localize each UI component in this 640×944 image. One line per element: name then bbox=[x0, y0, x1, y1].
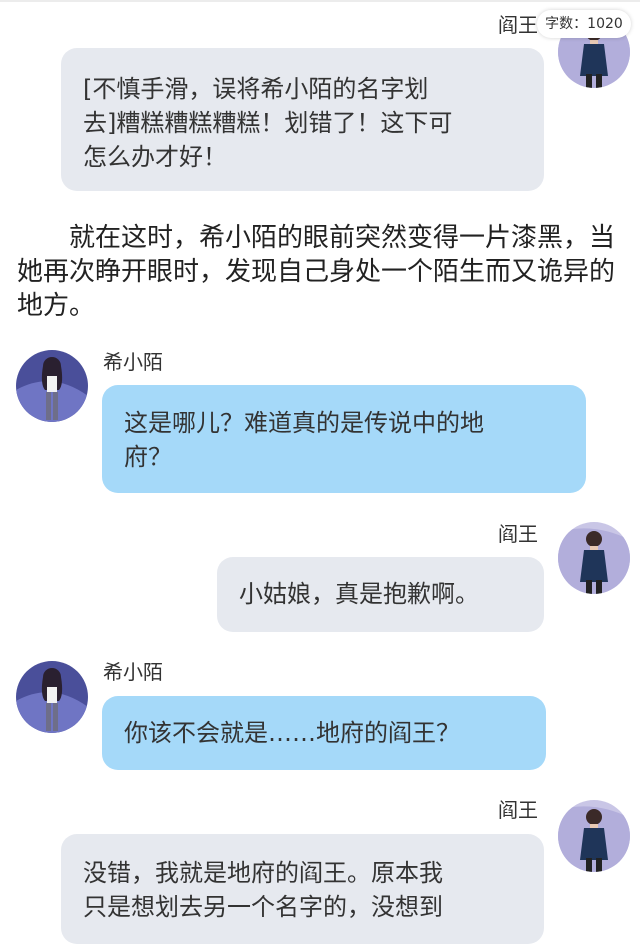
speaker-name-yanwang: 阎王 bbox=[498, 522, 538, 546]
bubble-line: 你该不会就是……地府的阎王？ bbox=[124, 719, 460, 747]
bubble-line: 这是哪儿？难道真的是传说中的地 bbox=[124, 409, 484, 437]
chat-bubble: [不慎手滑，误将希小陌的名字划 去]糟糕糟糕糟糕！划错了！这下可 怎么办才好！ bbox=[61, 48, 544, 191]
bubble-line: 府？ bbox=[124, 443, 172, 471]
yanwang-avatar-icon[interactable] bbox=[558, 800, 630, 872]
bubble-line: 没错，我就是地府的阎王。原本我 bbox=[83, 859, 443, 887]
speaker-name-yanwang: 阎王 bbox=[498, 13, 538, 37]
bubble-line: [不慎手滑，误将希小陌的名字划 bbox=[83, 75, 429, 103]
chat-bubble: 小姑娘，真是抱歉啊。 bbox=[217, 557, 544, 632]
bubble-line: 只是想划去另一个名字的，没想到 bbox=[83, 893, 443, 921]
bubble-line: 小姑娘，真是抱歉啊。 bbox=[239, 580, 479, 608]
speaker-name-xixiaomo: 希小陌 bbox=[103, 350, 163, 374]
xixiaomo-avatar-icon[interactable] bbox=[16, 350, 88, 422]
chat-bubble: 你该不会就是……地府的阎王？ bbox=[102, 696, 546, 770]
chat-bubble: 这是哪儿？难道真的是传说中的地 府？ bbox=[102, 385, 586, 493]
narration-text: 就在这时，希小陌的眼前突然变得一片漆黑，当她再次睁开眼时，发现自己身处一个陌生而… bbox=[17, 223, 616, 321]
chat-bubble: 没错，我就是地府的阎王。原本我 只是想划去另一个名字的，没想到 bbox=[61, 834, 544, 944]
speaker-name-xixiaomo: 希小陌 bbox=[103, 660, 163, 684]
xixiaomo-avatar-icon[interactable] bbox=[16, 661, 88, 733]
yanwang-avatar-icon[interactable] bbox=[558, 522, 630, 594]
bubble-line: 去]糟糕糟糕糟糕！划错了！这下可 bbox=[83, 109, 453, 137]
top-divider bbox=[0, 0, 640, 2]
speaker-name-yanwang: 阎王 bbox=[498, 798, 538, 822]
bubble-line: 怎么办才好！ bbox=[83, 143, 227, 171]
word-count-badge: 字数：1020 bbox=[537, 10, 631, 38]
